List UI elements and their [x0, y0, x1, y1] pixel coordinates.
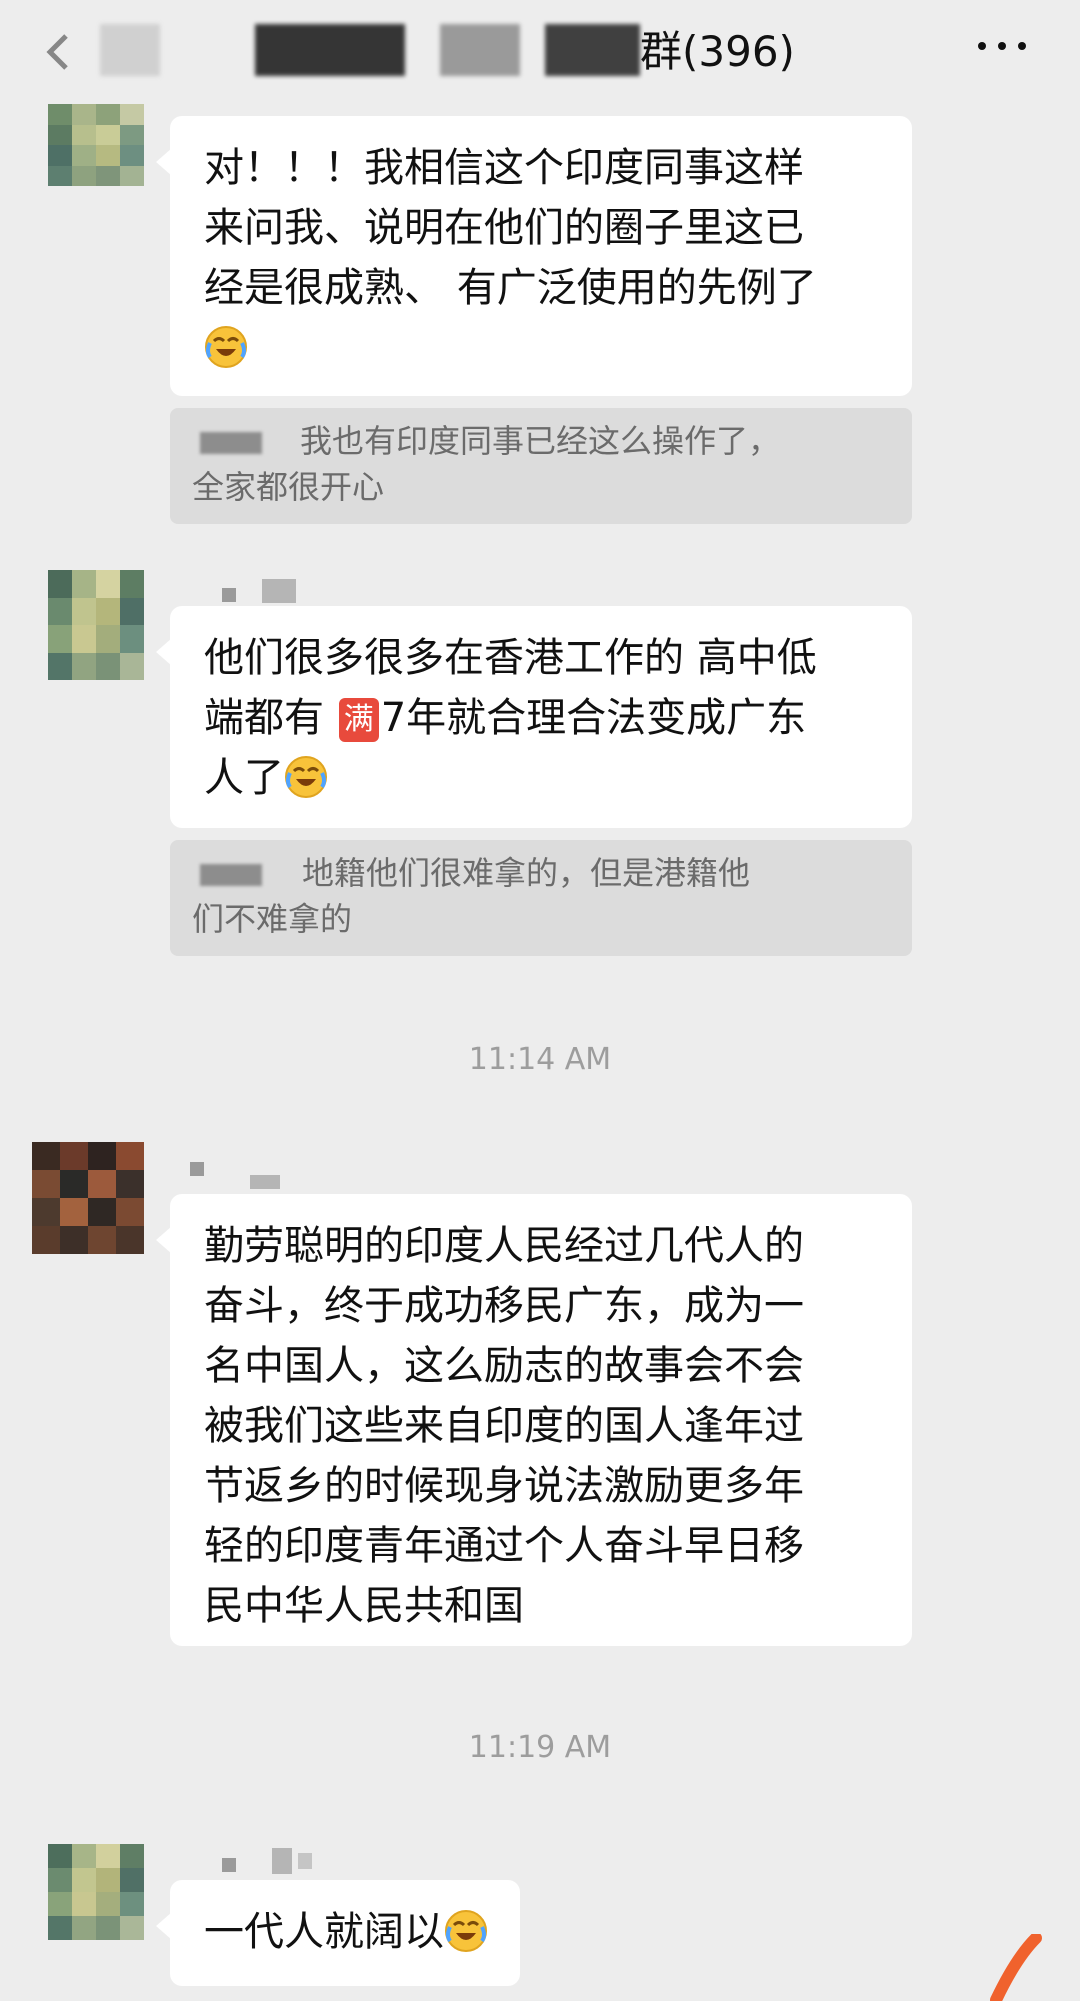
crying-laughing-emoji-icon: [285, 756, 327, 798]
message-line: 一代人就阔以: [204, 1909, 444, 1955]
quoted-sender-redacted: [200, 432, 262, 454]
message-line: 勤劳聪明的印度人民经过几代人的: [204, 1223, 804, 1269]
avatar[interactable]: [48, 570, 144, 680]
message-line: 被我们这些来自印度的国人逢年过: [204, 1403, 804, 1449]
more-options-icon[interactable]: [976, 40, 1028, 52]
avatar[interactable]: [48, 1844, 144, 1940]
message-line: 民中华人民共和国: [204, 1583, 524, 1629]
message-line: 来问我、说明在他们的圈子里这已: [204, 205, 804, 251]
message-line: 对！！！我相信这个印度同事这样: [204, 145, 804, 191]
message-bubble[interactable]: 一代人就阔以: [156, 1880, 520, 1986]
message-line: 他们很多很多在香港工作的 高中低: [204, 635, 817, 681]
quote-line: 们不难拿的: [192, 900, 353, 938]
group-name-redacted: [440, 24, 520, 76]
message-line: 节返乡的时候现身说法激励更多年: [204, 1463, 804, 1509]
message-bubble[interactable]: 他们很多很多在香港工作的 高中低 端都有 满 7年就合理合法变成广东 人了: [156, 606, 912, 828]
group-name-redacted: [100, 24, 160, 76]
quoted-sender-redacted: [200, 864, 262, 886]
watermark-stroke-icon: [990, 1934, 1042, 2001]
message-line: 奋斗，终于成功移民广东，成为一: [204, 1283, 804, 1329]
quote-line: 全家都很开心: [192, 468, 385, 506]
quoted-reply[interactable]: 我也有印度同事已经这么操作了， 全家都很开心: [170, 408, 912, 524]
message-line: 7年就合理合法变成广东: [380, 695, 807, 741]
quoted-reply[interactable]: 地籍他们很难拿的，但是港籍他 们不难拿的: [170, 840, 912, 956]
crying-laughing-emoji-icon: [445, 1910, 487, 1952]
message-bubble[interactable]: 勤劳聪明的印度人民经过几代人的 奋斗，终于成功移民广东，成为一 名中国人，这么励…: [156, 1194, 912, 1646]
chat-header: 群(396): [0, 0, 1080, 100]
back-arrow-icon[interactable]: [40, 32, 80, 72]
group-name-redacted: [255, 24, 405, 76]
sender-name-redacted: [222, 578, 296, 604]
message-line: 经是很成熟、 有广泛使用的先例了: [204, 265, 817, 311]
sender-name-redacted: [222, 1848, 312, 1874]
message-line: 名中国人，这么励志的故事会不会: [204, 1343, 804, 1389]
timestamp: 11:19 AM: [468, 1730, 612, 1765]
message-line: 端都有: [204, 695, 337, 741]
avatar[interactable]: [48, 104, 144, 186]
message-bubble[interactable]: 对！！！我相信这个印度同事这样 来问我、说明在他们的圈子里这已 经是很成熟、 有…: [156, 116, 912, 396]
group-name-redacted: [545, 24, 640, 76]
chat-title-member-count[interactable]: 群(396): [640, 18, 795, 79]
message-line: 轻的印度青年通过个人奋斗早日移: [204, 1523, 804, 1569]
message-line: 人了: [204, 755, 284, 801]
avatar[interactable]: [32, 1142, 144, 1254]
timestamp: 11:14 AM: [468, 1042, 612, 1077]
full-badge-emoji: 满: [338, 698, 379, 742]
quote-line: 我也有印度同事已经这么操作了，: [300, 422, 781, 460]
sender-name-redacted: [190, 1156, 280, 1189]
crying-laughing-emoji-icon: [205, 326, 247, 368]
quote-line: 地籍他们很难拿的，但是港籍他: [302, 854, 751, 892]
